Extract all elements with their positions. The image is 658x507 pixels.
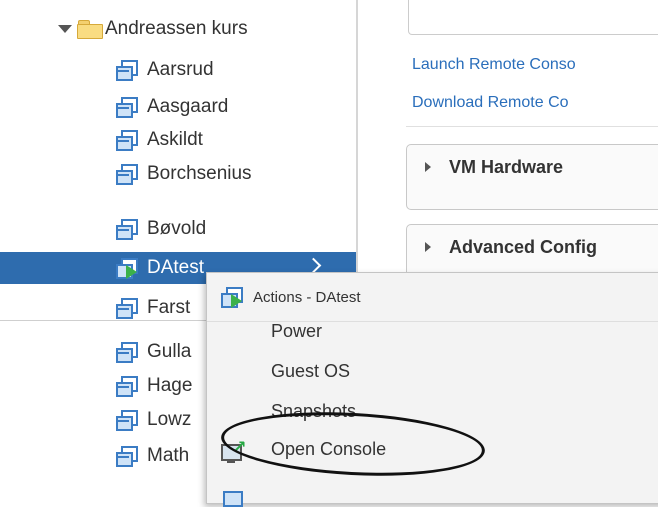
expand-triangle-icon: [425, 162, 431, 172]
context-menu-title: Actions - DAtest: [253, 288, 361, 306]
tree-item-label: Hage: [147, 375, 193, 396]
vm-powered-on-icon: [116, 257, 138, 279]
tree-item-math[interactable]: Math: [116, 440, 189, 472]
vm-icon: [223, 491, 243, 507]
vm-icon: [116, 445, 138, 467]
folder-label: Andreassen kurs: [105, 18, 248, 39]
vm-icon: [116, 409, 138, 431]
expand-caret-icon[interactable]: [58, 25, 72, 33]
vm-powered-on-icon: [221, 286, 243, 308]
folder-icon: [77, 20, 103, 39]
tree-item-hage[interactable]: Hage: [116, 370, 192, 402]
tree-item-gulla[interactable]: Gulla: [116, 336, 191, 368]
section-divider: [406, 126, 658, 127]
vm-hardware-title: VM Hardware: [449, 156, 564, 177]
tree-item-aarsrud[interactable]: Aarsrud: [116, 54, 214, 86]
actions-context-menu: Actions - DAtest Power Guest OS Snapshot…: [206, 272, 658, 507]
vm-icon: [116, 297, 138, 319]
tree-item-label: Bøvold: [147, 218, 207, 239]
vm-icon: [116, 59, 138, 81]
tree-item-bovold[interactable]: Bøvold: [116, 213, 206, 245]
context-menu-header: Actions - DAtest: [207, 273, 658, 322]
vm-hardware-header[interactable]: VM Hardware: [407, 145, 658, 189]
launch-remote-console-link[interactable]: Launch Remote Conso: [412, 56, 576, 74]
download-remote-console-link[interactable]: Download Remote Co: [412, 94, 569, 112]
tree-item-label: Askildt: [147, 129, 203, 150]
tree-item-label: Lowz: [147, 409, 192, 430]
vm-icon: [116, 129, 138, 151]
tree-folder-andreassen-kurs[interactable]: Andreassen kurs: [58, 14, 248, 44]
tree-item-lowz[interactable]: Lowz: [116, 404, 191, 436]
tree-item-label: Aarsrud: [147, 59, 214, 80]
vm-icon: [116, 375, 138, 397]
advanced-config-header[interactable]: Advanced Config: [407, 225, 658, 269]
vm-icon: [116, 96, 138, 118]
tree-item-label: Math: [147, 445, 190, 466]
tree-item-label: Farst: [147, 297, 191, 318]
chevron-right-icon[interactable]: [305, 257, 322, 274]
menu-item-guest-os[interactable]: Guest OS: [271, 361, 350, 382]
expand-triangle-icon: [425, 242, 431, 252]
menu-item-power[interactable]: Power: [271, 321, 322, 342]
tree-item-datest[interactable]: DAtest: [116, 252, 204, 284]
tree-item-label: Aasgaard: [147, 96, 229, 117]
hand-drawn-highlight-circle: [219, 406, 487, 482]
tree-item-borchsenius[interactable]: Borchsenius: [116, 158, 252, 190]
vm-icon: [116, 163, 138, 185]
vm-hardware-panel[interactable]: VM Hardware: [406, 144, 658, 210]
summary-box: [408, 0, 658, 35]
vm-icon: [116, 341, 138, 363]
tree-item-label: DAtest: [147, 257, 205, 278]
tree-item-label: Gulla: [147, 341, 192, 362]
vm-icon: [116, 218, 138, 240]
tree-item-askildt[interactable]: Askildt: [116, 124, 203, 156]
tree-item-label: Borchsenius: [147, 163, 252, 184]
advanced-config-title: Advanced Config: [449, 236, 598, 257]
tree-item-aasgaard[interactable]: Aasgaard: [116, 91, 228, 123]
